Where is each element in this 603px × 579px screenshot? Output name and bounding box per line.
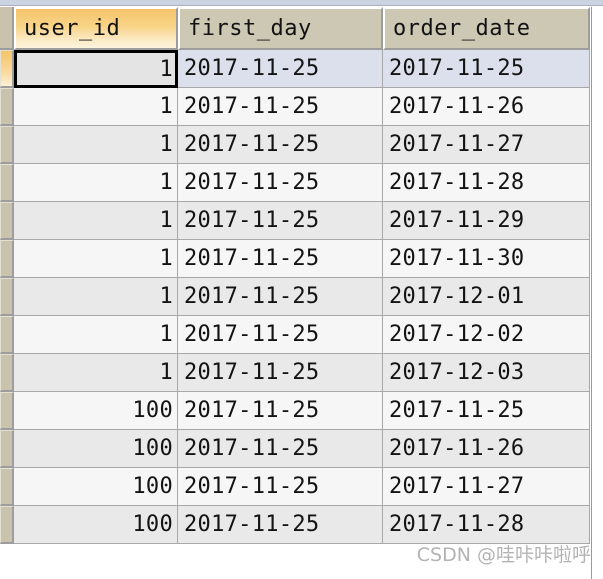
grid-body: 1 2017-11-25 2017-11-25 1 2017-11-25 2017-11-… [0,50,591,544]
cell-user-id[interactable]: 1 [14,202,178,240]
cell-first-day[interactable]: 2017-11-25 [178,202,383,240]
row-header-gutter[interactable] [0,240,14,278]
cell-first-day[interactable]: 2017-11-25 [178,50,383,88]
row-header-gutter[interactable] [0,468,14,506]
cell-user-id[interactable]: 1 [14,240,178,278]
cell-order-date[interactable]: 2017-11-28 [383,506,590,544]
cell-user-id[interactable]: 1 [14,50,178,88]
cell-order-date[interactable]: 2017-11-25 [383,392,590,430]
row-header-gutter[interactable] [0,430,14,468]
row-header-gutter[interactable] [0,354,14,392]
cell-first-day[interactable]: 2017-11-25 [178,468,383,506]
window-top-strip [0,0,603,6]
table-row[interactable]: 1 2017-11-25 2017-12-01 [0,278,591,316]
cell-user-id[interactable]: 1 [14,164,178,202]
cell-order-date[interactable]: 2017-12-02 [383,316,590,354]
row-header-gutter[interactable] [0,126,14,164]
table-row[interactable]: 100 2017-11-25 2017-11-25 [0,392,591,430]
table-row[interactable]: 1 2017-11-25 2017-11-27 [0,126,591,164]
cell-order-date[interactable]: 2017-12-03 [383,354,590,392]
table-row[interactable]: 1 2017-11-25 2017-11-26 [0,88,591,126]
grid-corner-box[interactable] [0,7,14,50]
cell-user-id[interactable]: 1 [14,354,178,392]
row-header-gutter[interactable] [0,392,14,430]
table-row[interactable]: 1 2017-11-25 2017-12-03 [0,354,591,392]
cell-first-day[interactable]: 2017-11-25 [178,240,383,278]
cell-order-date[interactable]: 2017-11-29 [383,202,590,240]
table-row[interactable]: 1 2017-11-25 2017-11-30 [0,240,591,278]
cell-user-id[interactable]: 1 [14,88,178,126]
grid-header-row: user_id first_day order_date [0,7,591,50]
row-header-gutter[interactable] [0,278,14,316]
row-header-gutter[interactable] [0,506,14,544]
cell-order-date[interactable]: 2017-11-25 [383,50,590,88]
result-grid-window: user_id first_day order_date 1 2017-11-25… [0,0,603,579]
table-row[interactable]: 100 2017-11-25 2017-11-26 [0,430,591,468]
cell-order-date[interactable]: 2017-11-26 [383,88,590,126]
table-row[interactable]: 1 2017-11-25 2017-12-02 [0,316,591,354]
cell-user-id[interactable]: 100 [14,392,178,430]
table-row[interactable]: 100 2017-11-25 2017-11-28 [0,506,591,544]
row-header-gutter[interactable] [0,316,14,354]
cell-first-day[interactable]: 2017-11-25 [178,316,383,354]
cell-first-day[interactable]: 2017-11-25 [178,430,383,468]
cell-user-id[interactable]: 1 [14,126,178,164]
cell-order-date[interactable]: 2017-11-26 [383,430,590,468]
table-row[interactable]: 1 2017-11-25 2017-11-29 [0,202,591,240]
cell-order-date[interactable]: 2017-11-27 [383,126,590,164]
cell-first-day[interactable]: 2017-11-25 [178,164,383,202]
cell-user-id[interactable]: 1 [14,278,178,316]
cell-order-date[interactable]: 2017-11-28 [383,164,590,202]
grid-right-filler [592,7,603,579]
cell-first-day[interactable]: 2017-11-25 [178,126,383,164]
row-header-gutter[interactable] [0,202,14,240]
cell-order-date[interactable]: 2017-12-01 [383,278,590,316]
cell-order-date[interactable]: 2017-11-30 [383,240,590,278]
table-row[interactable]: 1 2017-11-25 2017-11-25 [0,50,591,88]
cell-first-day[interactable]: 2017-11-25 [178,506,383,544]
cell-first-day[interactable]: 2017-11-25 [178,354,383,392]
cell-user-id[interactable]: 1 [14,316,178,354]
cell-first-day[interactable]: 2017-11-25 [178,88,383,126]
cell-first-day[interactable]: 2017-11-25 [178,392,383,430]
cell-user-id[interactable]: 100 [14,468,178,506]
data-grid[interactable]: user_id first_day order_date 1 2017-11-25… [0,7,592,579]
row-header-gutter[interactable] [0,164,14,202]
column-header-user-id[interactable]: user_id [14,7,178,50]
cell-user-id[interactable]: 100 [14,430,178,468]
column-header-first-day[interactable]: first_day [178,7,383,50]
table-row[interactable]: 100 2017-11-25 2017-11-27 [0,468,591,506]
cell-user-id[interactable]: 100 [14,506,178,544]
cell-order-date[interactable]: 2017-11-27 [383,468,590,506]
column-header-order-date[interactable]: order_date [383,7,590,50]
cell-first-day[interactable]: 2017-11-25 [178,278,383,316]
row-header-gutter[interactable] [0,88,14,126]
table-row[interactable]: 1 2017-11-25 2017-11-28 [0,164,591,202]
row-header-gutter[interactable] [0,50,14,88]
